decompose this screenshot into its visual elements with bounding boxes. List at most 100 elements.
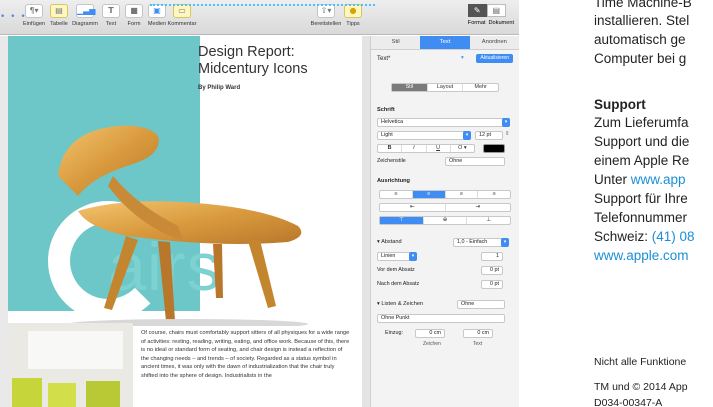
chevron-down-icon: ▾ (501, 238, 509, 247)
tab-text[interactable]: Text (420, 36, 470, 49)
footnote-2: TM und © 2014 App (594, 381, 688, 393)
manual-line-3: automatisch ge (594, 32, 686, 47)
pages-window: • • • ¶▾ Einfügen ▤ Tabelle ▁▃▅ Diagramm… (0, 0, 519, 407)
manual-text-column: Time Machine-B installieren. Stel automa… (523, 0, 713, 407)
support-line-4: Unter www.app (594, 171, 686, 188)
unter-prefix: Unter (594, 172, 631, 187)
spacing-label: Abstand (381, 239, 402, 245)
format-label: Format (467, 20, 486, 26)
document-page[interactable]: airs (8, 36, 362, 407)
indent-label: Einzug: (385, 330, 403, 336)
screenshot-root: • • • ¶▾ Einfügen ▤ Tabelle ▁▃▅ Diagramm… (0, 0, 713, 407)
document-canvas[interactable]: airs (0, 36, 370, 407)
bold-button[interactable]: B (378, 145, 403, 152)
increase-indent-button[interactable]: ⇥ (446, 204, 511, 211)
tab-stil[interactable]: Stil (371, 36, 420, 49)
font-size-field[interactable]: 12 pt (475, 131, 503, 140)
alignment-section-label: Ausrichtung (377, 178, 410, 184)
subtab-layout[interactable]: Layout (428, 84, 464, 91)
manual-line-4: Computer bei g (594, 51, 687, 66)
schweiz-phone-link[interactable]: (41) 08 (652, 229, 695, 244)
align-middle-button[interactable]: ⊕ (424, 217, 468, 224)
comment-button[interactable]: ▭ Kommentar (162, 4, 202, 32)
inspector-tabs: Stil Text Anordnen (371, 36, 519, 50)
apple-support-link[interactable]: www.app (631, 172, 686, 187)
dokument-label: Dokument (488, 20, 515, 26)
document-title: Design Report: Midcentury Icons (198, 44, 358, 78)
support-line-3: einem Apple Re (594, 153, 690, 168)
title-line-1: Design Report: (198, 44, 295, 60)
support-line-2: Support und die (594, 134, 690, 149)
indent-text-caption: Text (473, 341, 483, 347)
spacing-disclosure[interactable]: ▾ Abstand (377, 239, 402, 245)
byline: By Philip Ward (198, 85, 241, 91)
manual-line-1: Time Machine-B (594, 0, 692, 10)
pull-quote: The chair isn't just an essential everyd… (200, 103, 340, 145)
lists-disclosure[interactable]: ▾ Listen & Zeichen (377, 301, 423, 307)
font-size-stepper[interactable]: ⇕ (505, 131, 510, 137)
before-paragraph-label: Vor dem Absatz (377, 267, 415, 273)
horizontal-alignment-buttons: ≡ ≡ ≡ ≡ (379, 190, 511, 199)
format-inspector-button[interactable]: ✎ (467, 4, 487, 17)
tab-anordnen[interactable]: Anordnen (470, 36, 519, 49)
text-color-well[interactable] (483, 144, 505, 153)
after-paragraph-label: Nach dem Absatz (377, 281, 420, 287)
update-style-button[interactable]: Aktualisieren (476, 54, 513, 63)
title-line-2: Midcentury Icons (198, 61, 308, 77)
indent-char-field[interactable]: 0 cm (415, 329, 445, 338)
support-line-5: Support für Ihre (594, 191, 688, 206)
after-paragraph-field[interactable]: 0 pt (481, 280, 503, 289)
inspector-subtabs: Stil Layout Mehr (391, 83, 499, 92)
top-highlight-line (150, 0, 375, 6)
inspector-toggle: ✎ ▤ Format Dokument (467, 4, 515, 26)
comment-icon: ▭ (173, 4, 191, 18)
chevron-down-icon: ▾ (502, 118, 510, 127)
footnote-1: Nicht alle Funktione (594, 356, 687, 368)
bullets-popup[interactable]: Ohne Punkt (377, 314, 505, 323)
decrease-indent-button[interactable]: ⇤ (380, 204, 446, 211)
support-line-6: Telefonnummer (594, 210, 688, 225)
apple-website-link[interactable]: www.apple.com (594, 247, 689, 264)
align-right-button[interactable]: ≡ (446, 191, 479, 198)
font-weight-popup[interactable]: Light (377, 131, 471, 140)
interior-photo (8, 323, 133, 407)
lines-field[interactable]: 1 (481, 252, 503, 261)
font-family-popup[interactable]: Helvetica (377, 118, 510, 127)
interior-image (8, 323, 133, 407)
support-line-1: Zum Lieferumfa (594, 115, 689, 130)
lines-popup[interactable]: Linien (377, 252, 411, 261)
align-left-button[interactable]: ≡ (380, 191, 413, 198)
subtab-stil[interactable]: Stil (392, 84, 428, 91)
align-center-button[interactable]: ≡ (412, 191, 446, 198)
italic-button[interactable]: I (402, 145, 427, 152)
lists-popup[interactable]: Ohne (457, 300, 505, 309)
lists-label: Listen & Zeichen (381, 301, 424, 307)
chevron-down-icon: ▾ (409, 252, 417, 261)
text-format-buttons: B I U O ▾ (377, 144, 475, 153)
before-paragraph-field[interactable]: 0 pt (481, 266, 503, 275)
spacing-popup[interactable]: 1,0 - Einfach (453, 238, 505, 247)
style-dropdown-icon[interactable]: ▾ (461, 55, 464, 61)
paragraph-style-name[interactable]: Text* (377, 56, 390, 62)
chevron-down-icon: ▾ (463, 131, 471, 140)
tips-button[interactable]: ● Tipps (333, 4, 373, 32)
underline-button[interactable]: U (427, 145, 451, 152)
justify-button[interactable]: ≡ (478, 191, 510, 198)
indent-text-field[interactable]: 0 cm (463, 329, 493, 338)
manual-line-2: installieren. Stel (594, 13, 690, 28)
char-styles-label: Zeichenstile (377, 158, 406, 164)
body-paragraph[interactable]: Of course, chairs must comfortably suppo… (141, 329, 351, 381)
indent-char-caption: Zeichen (423, 341, 441, 347)
support-line-7: Schweiz: (41) 08 (594, 228, 695, 245)
subtab-mehr[interactable]: Mehr (463, 84, 498, 91)
document-inspector-button[interactable]: ▤ (486, 4, 506, 17)
indent-buttons: ⇤ ⇥ (379, 203, 511, 212)
tips-label: Tipps (346, 21, 360, 27)
align-top-button[interactable]: ⊤ (380, 217, 424, 224)
align-bottom-button[interactable]: ⊥ (467, 217, 510, 224)
support-heading: Support (594, 97, 646, 112)
more-format-button[interactable]: O ▾ (451, 145, 474, 152)
canvas-gutter (362, 36, 370, 407)
vertical-alignment-buttons: ⊤ ⊕ ⊥ (379, 216, 511, 225)
char-styles-popup[interactable]: Ohne (445, 157, 505, 166)
